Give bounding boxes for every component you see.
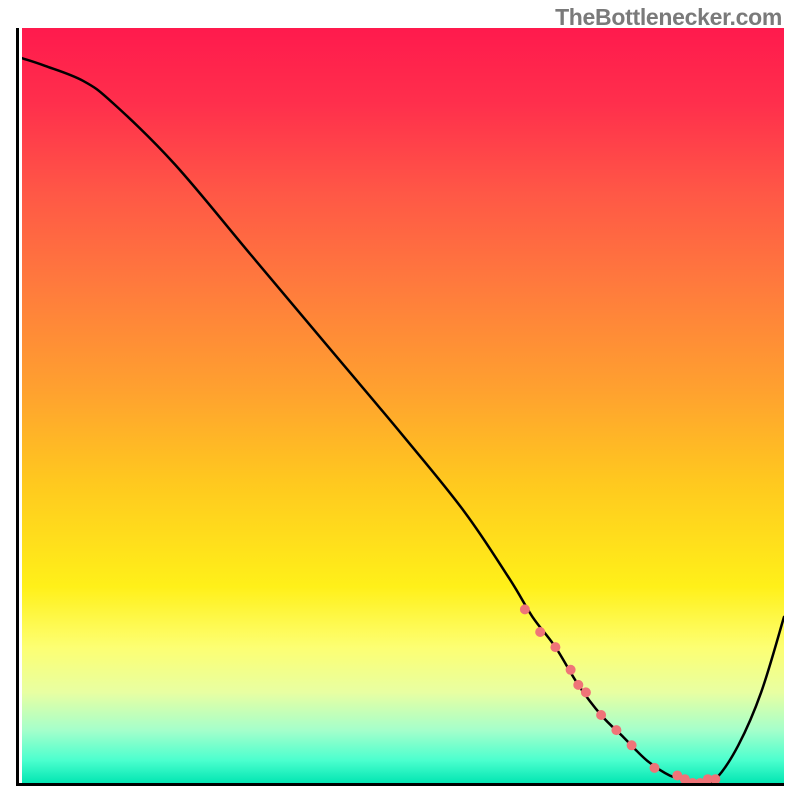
chart-frame: TheBottlenecker.com	[0, 0, 800, 800]
plot-area	[16, 28, 784, 786]
background-gradient	[22, 28, 784, 783]
watermark-text: TheBottlenecker.com	[555, 4, 782, 31]
